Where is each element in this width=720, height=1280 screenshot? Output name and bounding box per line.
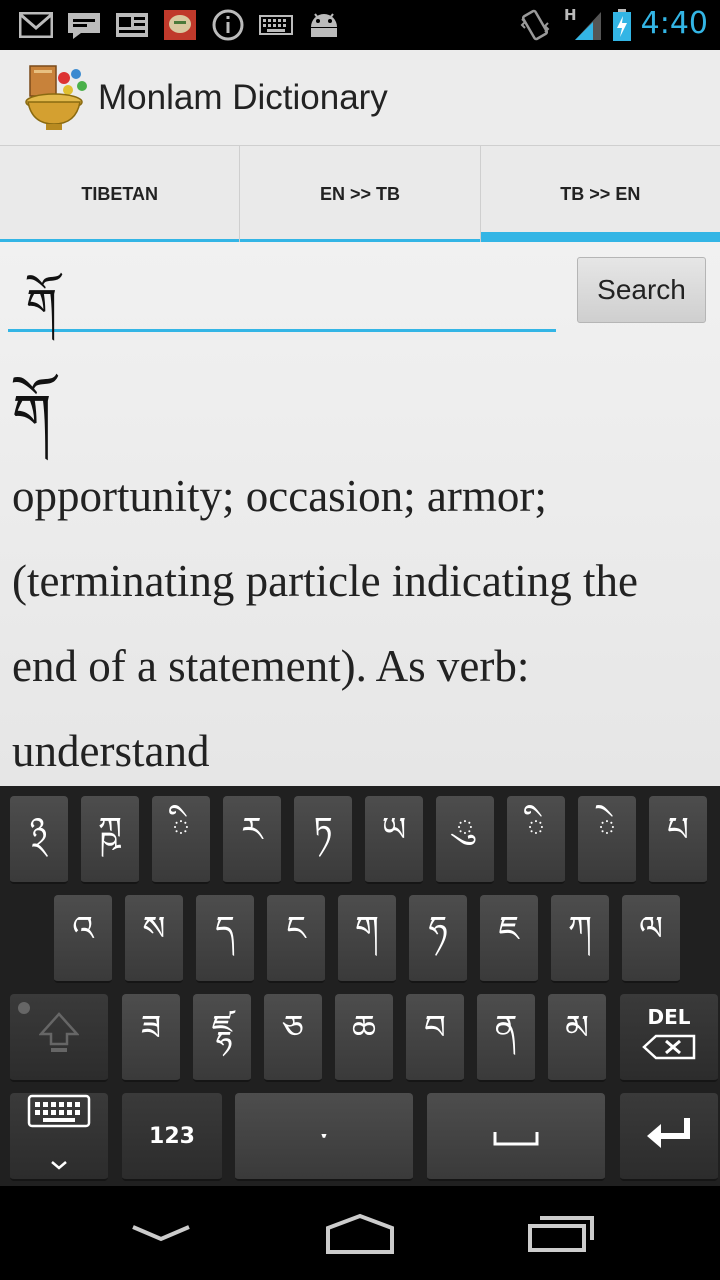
key[interactable]: ཇ	[480, 895, 538, 983]
vibrate-icon	[518, 9, 552, 41]
key[interactable]: ེ	[578, 796, 636, 884]
android-icon	[306, 10, 342, 40]
key[interactable]: ར	[223, 796, 281, 884]
key[interactable]: ཧ	[409, 895, 467, 983]
news-icon	[114, 10, 150, 40]
monlam-app-icon[interactable]	[22, 64, 90, 132]
clock: 4:40	[640, 6, 708, 41]
gmail-icon	[18, 10, 54, 40]
signal-icon: H	[562, 6, 604, 42]
key[interactable]: ཡ	[365, 796, 423, 884]
key[interactable]: ལ	[622, 895, 680, 983]
shift-arrow-icon	[38, 1011, 80, 1063]
keyboard-icon	[27, 1094, 91, 1139]
key[interactable]: ང	[267, 895, 325, 983]
backspace-icon	[642, 1029, 696, 1069]
tsheg-key[interactable]: ་	[235, 1093, 413, 1181]
enter-arrow-icon	[645, 1114, 693, 1159]
info-icon	[210, 9, 246, 41]
key[interactable]: ཀྵ	[81, 796, 139, 884]
shift-lock-indicator	[18, 1002, 30, 1014]
app-notification-icon	[162, 10, 198, 40]
key[interactable]: ག	[338, 895, 396, 983]
key[interactable]: ད	[196, 895, 254, 983]
key[interactable]: ྅	[10, 796, 68, 884]
back-icon[interactable]	[116, 1206, 206, 1260]
key[interactable]: ས	[125, 895, 183, 983]
tab-label: TB >> EN	[560, 183, 641, 204]
network-type-label: H	[564, 6, 577, 24]
key[interactable]: ཟ	[122, 994, 180, 1082]
keyboard-settings-button[interactable]	[10, 1093, 108, 1181]
navigation-bar	[0, 1186, 720, 1280]
key[interactable]: ི	[152, 796, 210, 884]
delete-button[interactable]: DEL	[620, 994, 718, 1082]
key[interactable]: ཀ	[551, 895, 609, 983]
app-title: Monlam Dictionary	[98, 78, 388, 117]
tab-tb-to-en[interactable]: TB >> EN	[480, 146, 720, 242]
key[interactable]: བ	[406, 994, 464, 1082]
shift-key[interactable]	[10, 994, 108, 1082]
key[interactable]: པ	[649, 796, 707, 884]
delete-label: DEL	[647, 1005, 691, 1029]
recents-icon[interactable]	[517, 1206, 607, 1260]
chevron-down-icon	[50, 1139, 68, 1179]
battery-charging-icon	[610, 9, 634, 41]
status-bar: H 4:40	[0, 0, 720, 50]
message-icon	[66, 10, 102, 40]
keyboard-icon	[258, 10, 294, 40]
space-key[interactable]	[427, 1093, 605, 1181]
key[interactable]: ཅ	[264, 994, 322, 1082]
result-definition: opportunity; occasion; armor; (terminati…	[12, 471, 639, 776]
action-bar: Monlam Dictionary	[0, 50, 720, 146]
tab-bar: TIBETAN EN >> TB TB >> EN	[0, 146, 720, 242]
space-bar-icon	[492, 1116, 540, 1156]
tab-label: EN >> TB	[319, 183, 400, 204]
key[interactable]: མ	[548, 994, 606, 1082]
key[interactable]: ུ	[436, 796, 494, 884]
key[interactable]: འ	[54, 895, 112, 983]
search-button[interactable]: Search	[577, 257, 706, 323]
main-content: གོ Search གོ opportunity; occasion; armo…	[0, 242, 720, 786]
key[interactable]: ཏ	[294, 796, 352, 884]
search-input[interactable]: གོ	[8, 252, 556, 332]
key[interactable]: ཛྷ	[193, 994, 251, 1082]
symbols-key[interactable]: 123	[122, 1093, 222, 1181]
home-icon[interactable]	[315, 1206, 405, 1260]
tab-tibetan[interactable]: TIBETAN	[0, 146, 241, 242]
soft-keyboard: ྅ ཀྵ ི ར ཏ ཡ ུ ི ེ པ འ ས ད ང ག ཧ ཇ ཀ ལ ཟ…	[0, 786, 720, 1186]
tab-en-to-tb[interactable]: EN >> TB	[240, 146, 481, 242]
key[interactable]: ན	[477, 994, 535, 1082]
key[interactable]: ི	[507, 796, 565, 884]
tab-label: TIBETAN	[81, 183, 158, 204]
key[interactable]: ཆ	[335, 994, 393, 1082]
tab-indicator-selected	[480, 232, 720, 242]
enter-button[interactable]	[620, 1093, 718, 1181]
